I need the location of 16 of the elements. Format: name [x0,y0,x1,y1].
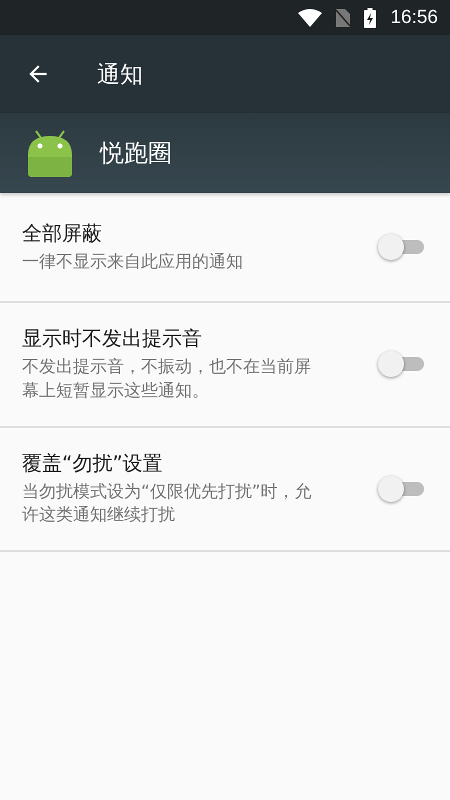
setting-description: 当勿扰模式设为“仅限优先打扰”时，允许这类通知继续打扰 [22,480,313,528]
setting-description: 不发出提示音，不振动，也不在当前屏幕上短暂显示这些通知。 [22,356,312,403]
app-name: 悦跑圈 [100,138,172,169]
setting-row[interactable]: 覆盖“勿扰”设置 当勿扰模式设为“仅限优先打扰”时，允许这类通知继续打扰 [0,428,450,552]
setting-description: 一律不显示来自此应用的通知 [22,250,244,274]
setting-row[interactable]: 显示时不发出提示音 不发出提示音，不振动，也不在当前屏幕上短暂显示这些通知。 [0,303,450,428]
android-robot-icon [26,129,74,177]
no-sim-icon [336,8,350,26]
setting-title: 覆盖“勿扰”设置 [22,450,164,477]
page-title: 通知 [97,60,143,90]
clock: 16:56 [390,6,438,28]
setting-title: 显示时不发出提示音 [22,325,203,352]
battery-charging-icon [364,8,376,28]
wifi-icon [298,8,322,26]
setting-row[interactable]: 全部屏蔽 一律不显示来自此应用的通知 [0,193,450,303]
setting-title: 全部屏蔽 [22,220,103,247]
